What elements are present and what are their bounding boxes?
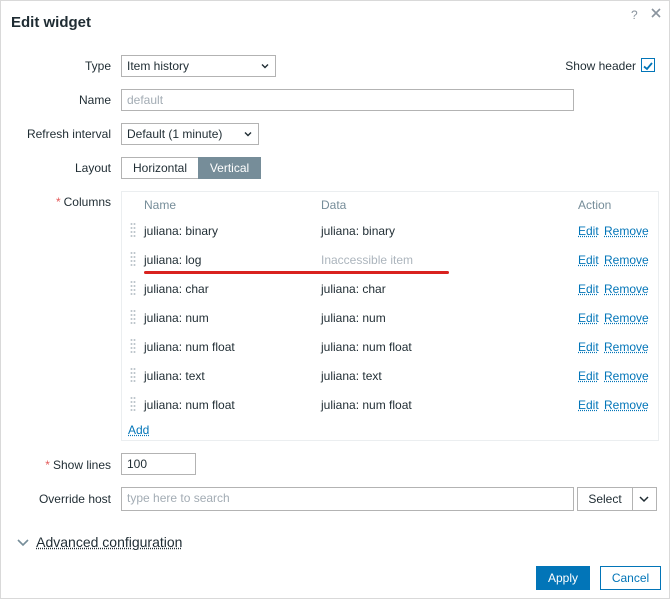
type-select[interactable]: Item history: [121, 55, 276, 77]
edit-widget-dialog: Edit widget ? Type Item history Show hea…: [0, 0, 670, 599]
close-icon[interactable]: [649, 6, 663, 20]
column-header-data: Data: [321, 198, 347, 212]
columns-table: Name Data Action juliana: binary juliana:…: [121, 191, 659, 441]
show-lines-label: * Show lines: [45, 458, 111, 472]
show-lines-input[interactable]: 100: [121, 453, 196, 475]
chevron-down-icon: [17, 539, 29, 547]
column-row[interactable]: juliana: char juliana: char Edit Remove: [122, 274, 658, 303]
column-data: Inaccessible item: [321, 253, 414, 267]
column-data: juliana: char: [321, 282, 386, 296]
drag-handle-icon[interactable]: [130, 309, 136, 325]
column-name: juliana: num: [144, 311, 209, 325]
column-name: juliana: num float: [144, 398, 235, 412]
select-dropdown-button[interactable]: [633, 487, 657, 511]
edit-column-link[interactable]: Edit: [578, 282, 599, 296]
select-host-button[interactable]: Select: [577, 487, 633, 511]
dialog-title: Edit widget: [11, 14, 91, 31]
checkmark-icon: [643, 62, 653, 71]
remove-column-link[interactable]: Remove: [604, 340, 649, 354]
remove-column-link[interactable]: Remove: [604, 311, 649, 325]
refresh-interval-label: Refresh interval: [26, 127, 111, 141]
column-data: juliana: num: [321, 311, 386, 325]
edit-column-link[interactable]: Edit: [578, 369, 599, 383]
remove-column-link[interactable]: Remove: [604, 224, 649, 238]
highlight-underline: [144, 271, 449, 274]
drag-handle-icon[interactable]: [130, 367, 136, 383]
column-header-name: Name: [144, 198, 177, 212]
remove-column-link[interactable]: Remove: [604, 398, 649, 412]
chevron-down-icon: [639, 496, 649, 503]
edit-column-link[interactable]: Edit: [578, 311, 599, 325]
name-input[interactable]: default: [121, 89, 574, 111]
refresh-interval-select[interactable]: Default (1 minute): [121, 123, 259, 145]
column-row[interactable]: juliana: num float juliana: num float Edit…: [122, 390, 658, 419]
override-host-label: Override host: [38, 492, 111, 506]
help-icon[interactable]: ?: [631, 8, 638, 22]
type-select-value: Item history: [127, 59, 190, 73]
edit-column-link[interactable]: Edit: [578, 340, 599, 354]
cancel-button[interactable]: Cancel: [600, 566, 661, 590]
column-data: juliana: num float: [321, 398, 412, 412]
column-row[interactable]: juliana: text juliana: text Edit Remove: [122, 361, 658, 390]
edit-column-link[interactable]: Edit: [578, 224, 599, 238]
column-row[interactable]: juliana: log Inaccessible item Edit Remove: [122, 245, 658, 274]
column-data: juliana: binary: [321, 224, 396, 238]
column-data: juliana: text: [321, 369, 382, 383]
add-column-link[interactable]: Add: [128, 423, 149, 437]
column-header-action: Action: [578, 198, 612, 212]
chevron-down-icon: [261, 64, 269, 69]
chevron-down-icon: [244, 132, 252, 137]
drag-handle-icon[interactable]: [130, 396, 136, 412]
layout-horizontal-option[interactable]: Horizontal: [121, 157, 199, 179]
remove-column-link[interactable]: Remove: [604, 282, 649, 296]
remove-column-link[interactable]: Remove: [604, 369, 649, 383]
type-label: Type: [84, 59, 111, 73]
column-name: juliana: binary: [144, 224, 219, 238]
name-label: Name: [78, 93, 111, 107]
column-name: juliana: char: [144, 282, 209, 296]
column-row[interactable]: juliana: num juliana: num Edit Remove: [122, 303, 658, 332]
column-row[interactable]: juliana: num float juliana: num float Edit…: [122, 332, 658, 361]
remove-column-link[interactable]: Remove: [604, 253, 649, 267]
show-header-label: Show header: [565, 59, 636, 73]
column-name: juliana: text: [144, 369, 205, 383]
drag-handle-icon[interactable]: [130, 222, 136, 238]
override-host-input[interactable]: type here to search: [121, 487, 574, 511]
edit-column-link[interactable]: Edit: [578, 253, 599, 267]
edit-column-link[interactable]: Edit: [578, 398, 599, 412]
column-name: juliana: log: [144, 253, 202, 267]
refresh-interval-value: Default (1 minute): [127, 127, 223, 141]
advanced-configuration-label: Advanced configuration: [36, 534, 183, 550]
drag-handle-icon[interactable]: [130, 280, 136, 296]
columns-label: * Columns: [55, 195, 111, 209]
layout-label: Layout: [74, 161, 111, 175]
drag-handle-icon[interactable]: [130, 251, 136, 267]
column-row[interactable]: juliana: binary juliana: binary Edit Remove: [122, 216, 658, 245]
column-name: juliana: num float: [144, 340, 235, 354]
column-data: juliana: num float: [321, 340, 412, 354]
layout-vertical-option[interactable]: Vertical: [198, 157, 261, 179]
show-header-checkbox[interactable]: [641, 58, 655, 72]
drag-handle-icon[interactable]: [130, 338, 136, 354]
advanced-configuration-toggle[interactable]: Advanced configuration: [17, 534, 182, 550]
apply-button[interactable]: Apply: [536, 566, 590, 590]
